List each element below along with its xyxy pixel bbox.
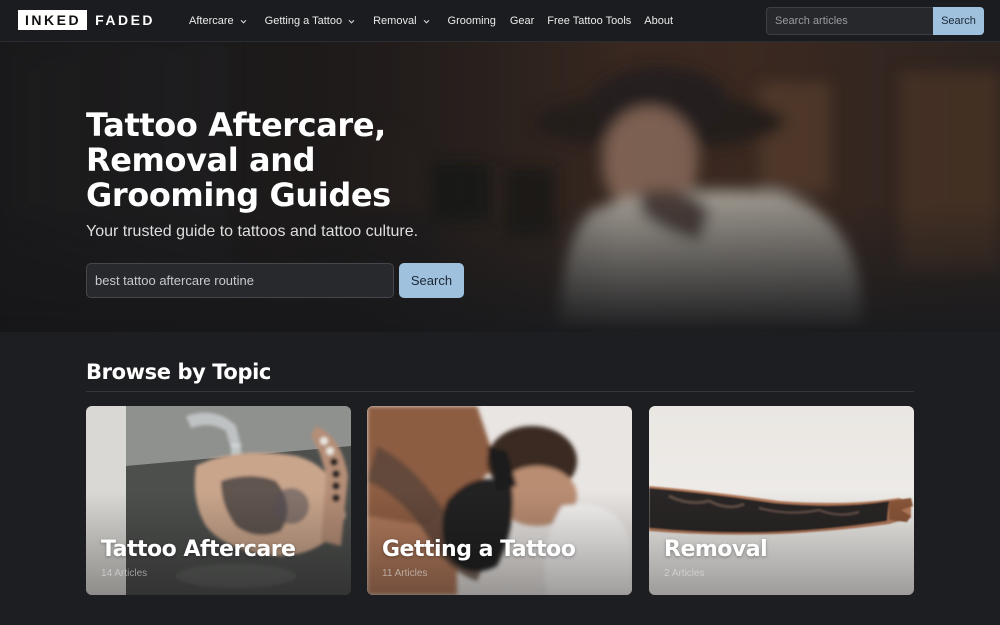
- chevron-down-icon: [348, 18, 355, 25]
- top-navbar: INKED FADED Aftercare Getting a Tattoo R…: [0, 0, 1000, 42]
- chevron-down-icon: [423, 18, 430, 25]
- card-shade: [86, 406, 351, 595]
- nav-item-removal[interactable]: Removal: [373, 15, 429, 27]
- hero-section: Tattoo Aftercare, Removal and Grooming G…: [0, 42, 1000, 332]
- card-title: Removal: [664, 537, 768, 562]
- topic-card-getting-a-tattoo[interactable]: Getting a Tattoo 11 Articles: [367, 406, 632, 595]
- hero-search-form: Search: [86, 263, 464, 298]
- nav-item-free-tattoo-tools[interactable]: Free Tattoo Tools: [547, 15, 631, 27]
- browse-section-title: Browse by Topic: [86, 360, 271, 384]
- main-menu: Aftercare Getting a Tattoo Removal Groom…: [189, 0, 673, 42]
- card-shade: [367, 406, 632, 595]
- nav-item-label: About: [644, 15, 674, 27]
- nav-search-button[interactable]: Search: [933, 7, 984, 35]
- nav-search-input[interactable]: [766, 7, 933, 35]
- card-article-count: 2 Articles: [664, 568, 705, 579]
- logo-word-inked: INKED: [18, 10, 88, 30]
- card-article-count: 11 Articles: [382, 568, 428, 579]
- chevron-down-icon: [240, 18, 247, 25]
- nav-item-aftercare[interactable]: Aftercare: [189, 15, 247, 27]
- nav-item-label: Getting a Tattoo: [264, 15, 343, 27]
- hero-title: Tattoo Aftercare, Removal and Grooming G…: [86, 106, 391, 214]
- card-article-count: 14 Articles: [101, 568, 148, 579]
- topic-card-removal[interactable]: Removal 2 Articles: [649, 406, 914, 595]
- site-logo[interactable]: INKED FADED: [18, 10, 155, 30]
- hero-search-button[interactable]: Search: [399, 263, 464, 298]
- card-shade: [649, 406, 914, 595]
- section-divider: [86, 391, 914, 392]
- nav-item-label: Free Tattoo Tools: [547, 15, 632, 27]
- hero-search-input[interactable]: [86, 263, 394, 298]
- card-title: Tattoo Aftercare: [101, 537, 296, 562]
- nav-item-label: Aftercare: [189, 15, 234, 27]
- nav-item-gear[interactable]: Gear: [510, 15, 534, 27]
- logo-word-faded: FADED: [95, 12, 156, 28]
- card-title: Getting a Tattoo: [382, 537, 576, 562]
- nav-item-getting-a-tattoo[interactable]: Getting a Tattoo: [265, 15, 355, 27]
- nav-item-label: Removal: [373, 15, 417, 27]
- topic-card-tattoo-aftercare[interactable]: Tattoo Aftercare 14 Articles: [86, 406, 351, 595]
- nav-item-label: Gear: [509, 15, 535, 27]
- hero-subtitle: Your trusted guide to tattoos and tattoo…: [86, 223, 419, 240]
- nav-search-form: Search: [766, 7, 984, 35]
- nav-item-about[interactable]: About: [644, 15, 673, 27]
- nav-item-grooming[interactable]: Grooming: [448, 15, 496, 27]
- nav-item-label: Grooming: [447, 15, 496, 27]
